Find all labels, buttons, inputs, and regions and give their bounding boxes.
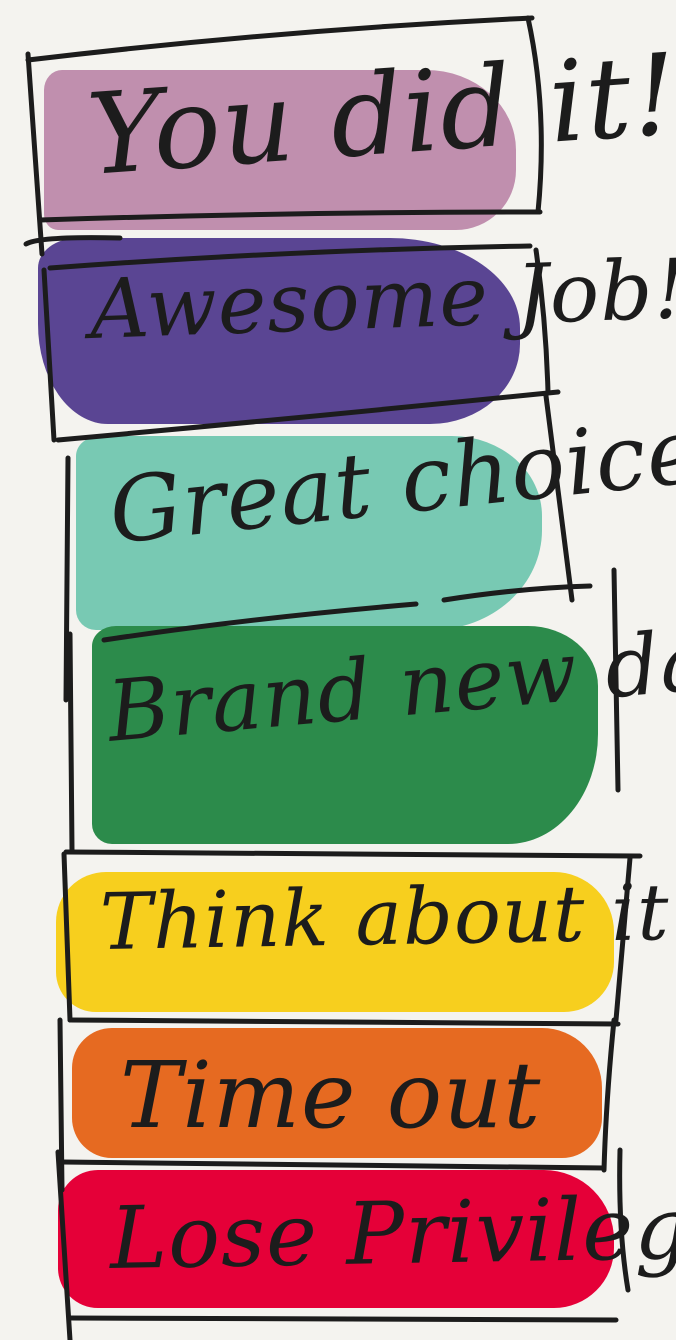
label-awesome-job: Awesome Job! bbox=[88, 242, 676, 358]
label-lose-privilege: Lose Privilege bbox=[109, 1177, 676, 1289]
label-you-did-it: You did it! bbox=[83, 29, 676, 201]
label-time-out: Time out bbox=[120, 1042, 542, 1149]
behavior-chart-canvas: You did it! Awesome Job! Great choices! … bbox=[0, 0, 676, 1340]
label-think-about-it: Think about it bbox=[99, 868, 671, 968]
